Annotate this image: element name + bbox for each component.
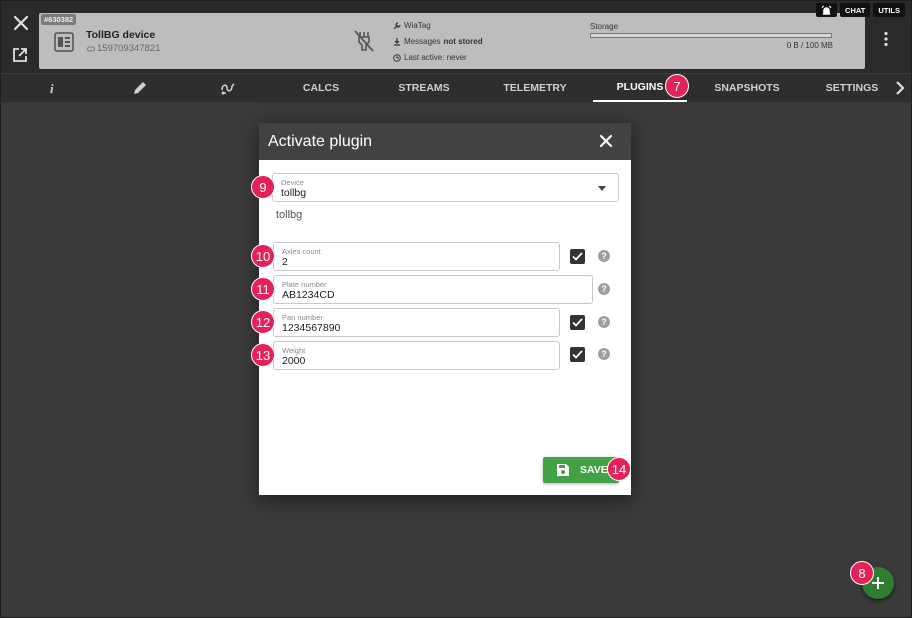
tab-calcs[interactable]: CALCS [291, 74, 351, 102]
dialog-close-icon[interactable] [599, 134, 613, 148]
phone-icon [87, 46, 95, 52]
badge-save: 14 [607, 457, 631, 481]
external-link-icon[interactable] [12, 47, 28, 63]
svg-text:i: i [50, 81, 54, 96]
axles-count-help-icon[interactable]: ? [598, 250, 610, 262]
pan-number-value: 1234567890 [282, 322, 341, 334]
protocol-name: WiaTag [404, 21, 431, 30]
alarm-icon [821, 5, 832, 15]
pencil-icon [134, 82, 146, 94]
close-icon[interactable] [12, 14, 30, 32]
top-bar: #630382 TollBG device 159709347821 WiaTa… [1, 1, 911, 73]
tab-telemetry[interactable]: TELEMETRY [495, 74, 575, 102]
axles-count-label: Axles count [282, 247, 321, 256]
weight-label: Weight [282, 346, 306, 355]
clock-icon [393, 53, 401, 62]
badge-device-select: 9 [251, 175, 275, 199]
badge-pan: 12 [251, 310, 275, 334]
save-icon [557, 464, 569, 476]
badge-plate: 11 [251, 277, 275, 301]
chat-button[interactable]: CHAT [840, 3, 871, 17]
tab-edit[interactable] [127, 74, 153, 102]
messages-state: not stored [443, 37, 483, 46]
last-active: Last active: never [404, 53, 467, 62]
pan-number-label: Pan number [282, 313, 323, 322]
chevron-right-icon[interactable] [894, 81, 906, 95]
device-phone: 159709347821 [97, 43, 161, 54]
dropdown-caret-icon [598, 186, 606, 191]
selected-device-text: tollbg [276, 209, 303, 221]
weight-help-icon[interactable]: ? [598, 348, 610, 360]
badge-axles: 10 [251, 244, 275, 268]
route-icon [221, 83, 235, 95]
plate-number-help-icon[interactable]: ? [598, 283, 610, 295]
plate-number-field[interactable]: Plate number AB1234CD [273, 275, 593, 304]
pan-number-help-icon[interactable]: ? [598, 316, 610, 328]
badge-weight: 13 [251, 343, 275, 367]
plate-number-label: Plate number [282, 280, 327, 289]
weight-field[interactable]: Weight 2000 [273, 341, 560, 370]
tab-geofence[interactable] [215, 74, 241, 102]
storage-label: Storage [590, 22, 619, 31]
storage-value: 0 B / 100 MB [786, 41, 833, 50]
plus-icon [872, 577, 884, 589]
checkmark-icon [572, 252, 583, 261]
storage-bar [590, 33, 832, 38]
weight-value: 2000 [282, 355, 306, 367]
device-card: #630382 TollBG device 159709347821 WiaTa… [39, 13, 865, 69]
device-select-label: Device [281, 178, 304, 187]
utils-button[interactable]: UTILS [873, 3, 905, 17]
device-id-badge: #630382 [41, 14, 77, 25]
weight-checkbox[interactable] [570, 347, 585, 362]
tab-bar: i CALCS STREAMS TELEMETRY PLUGINS SNAPSH… [1, 74, 911, 102]
more-vert-icon[interactable] [881, 31, 891, 47]
top-buttons: CHAT UTILS [816, 3, 905, 17]
tab-streams[interactable]: STREAMS [389, 74, 459, 102]
axles-count-value: 2 [282, 256, 288, 268]
tab-settings[interactable]: SETTINGS [817, 74, 887, 102]
tab-info[interactable]: i [39, 74, 65, 102]
download-icon [394, 37, 400, 46]
tab-snapshots[interactable]: SNAPSHOTS [707, 74, 787, 102]
device-chip-icon [54, 32, 74, 52]
checkmark-icon [572, 318, 583, 327]
messages-row: Messages not stored [393, 37, 483, 46]
alarm-button[interactable] [816, 3, 838, 17]
wrench-icon [393, 21, 401, 29]
dialog-title: Activate plugin [268, 132, 373, 150]
plate-number-value: AB1234CD [282, 289, 335, 301]
badge-plugins-tab: 7 [665, 74, 689, 98]
pan-number-field[interactable]: Pan number 1234567890 [273, 308, 560, 337]
info-icon: i [50, 81, 54, 96]
badge-fab: 8 [850, 561, 874, 585]
no-connection-icon [354, 30, 374, 52]
axles-count-checkbox[interactable] [570, 249, 585, 264]
save-label: SAVE [580, 464, 608, 476]
device-name: TollBG device [86, 29, 156, 41]
activate-plugin-dialog: Activate plugin Device tollbg tollbg Axl… [259, 123, 631, 495]
checkmark-icon [572, 350, 583, 359]
protocol-row: WiaTag [393, 21, 431, 30]
pan-number-checkbox[interactable] [570, 315, 585, 330]
device-select[interactable]: Device tollbg [272, 173, 619, 202]
dialog-header: Activate plugin [259, 123, 631, 160]
axles-count-field[interactable]: Axles count 2 [273, 242, 560, 271]
messages-label: Messages [404, 37, 441, 46]
last-active-row: Last active: never [393, 53, 467, 62]
device-select-value: tollbg [281, 187, 307, 199]
